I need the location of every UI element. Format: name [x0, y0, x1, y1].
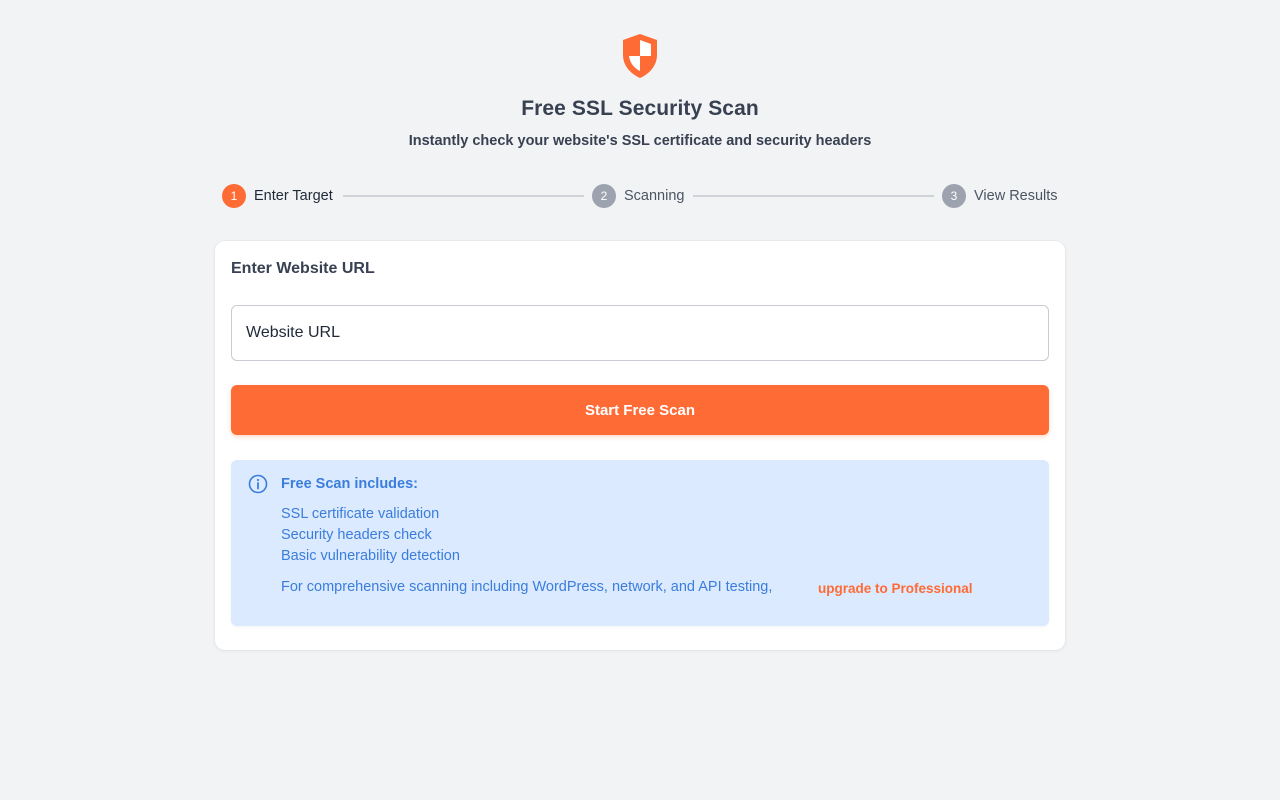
form-title: Enter Website URL — [231, 260, 375, 277]
page-subtitle: Instantly check your website's SSL certi… — [408, 133, 872, 149]
list-item: Basic vulnerability detection — [281, 548, 460, 564]
step-label: Scanning — [624, 188, 685, 204]
feature-list: SSL certificate validation Security head… — [281, 504, 460, 567]
step-scanning: 2 Scanning — [592, 184, 684, 208]
step-number: 1 — [222, 184, 246, 208]
list-item: Security headers check — [281, 527, 432, 543]
step-connector — [343, 195, 584, 197]
step-label: Enter Target — [254, 188, 333, 204]
info-icon — [248, 474, 268, 494]
page: Free SSL Security Scan Instantly check y… — [0, 0, 1280, 800]
step-number: 3 — [942, 184, 966, 208]
scan-form-card: Enter Website URL Start Free Scan Free S… — [215, 241, 1065, 650]
step-label: View Results — [974, 188, 1058, 204]
upgrade-to-professional-link[interactable]: upgrade to Professional — [818, 581, 973, 596]
step-number: 2 — [592, 184, 616, 208]
info-heading: Free Scan includes: — [281, 476, 418, 492]
shield-icon — [623, 34, 657, 78]
upgrade-note: For comprehensive scanning including Wor… — [281, 579, 773, 595]
start-free-scan-button[interactable]: Start Free Scan — [231, 385, 1049, 435]
step-connector — [693, 195, 934, 197]
list-item: SSL certificate validation — [281, 506, 440, 522]
step-enter-target: 1 Enter Target — [222, 184, 333, 208]
step-view-results: 3 View Results — [942, 184, 1058, 208]
page-title: Free SSL Security Scan — [521, 97, 759, 120]
free-scan-info-box: Free Scan includes: SSL certificate vali… — [231, 460, 1049, 626]
website-url-input[interactable] — [231, 305, 1049, 361]
